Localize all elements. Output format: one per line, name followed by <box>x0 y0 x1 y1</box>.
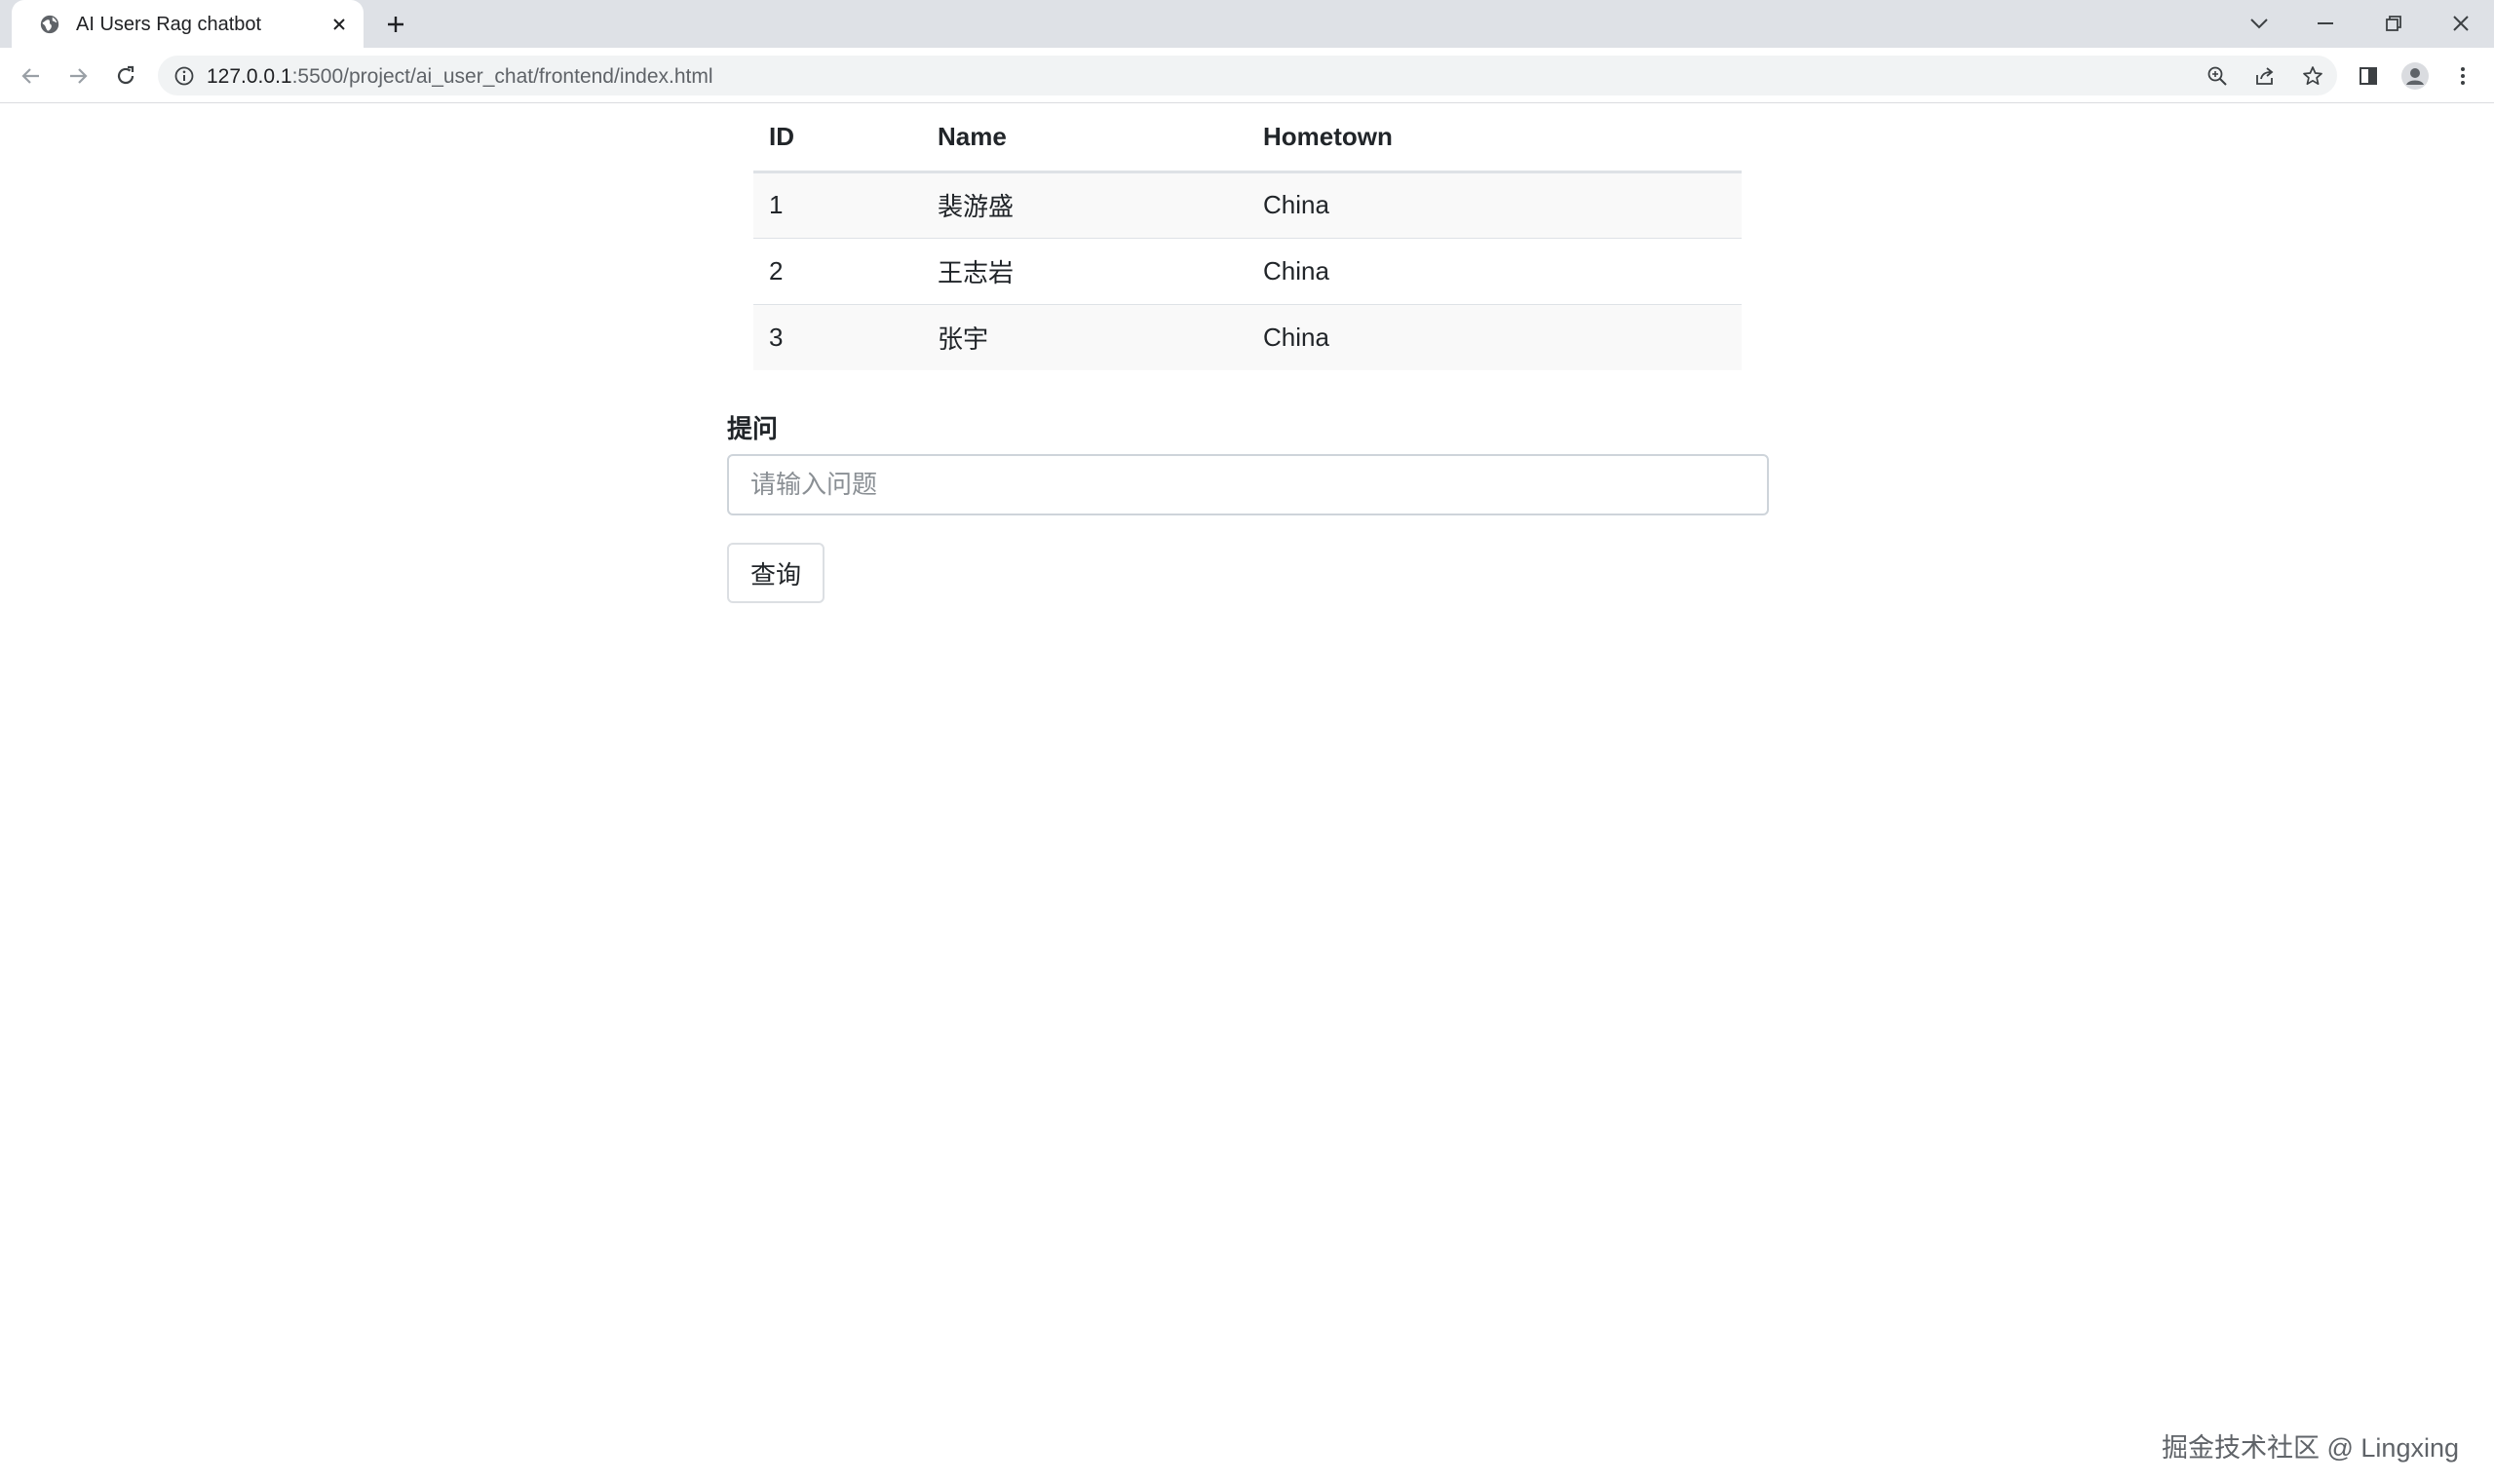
zoom-icon[interactable] <box>2201 59 2234 93</box>
new-tab-icon[interactable] <box>380 9 411 40</box>
cell-name: 裴游盛 <box>922 171 1247 239</box>
globe-icon <box>40 15 59 34</box>
users-table: ID Name Hometown 1 裴游盛 China 2 王志岩 China… <box>753 104 1742 370</box>
forward-arrow-icon[interactable] <box>59 57 96 95</box>
question-label: 提问 <box>727 414 779 443</box>
cell-id: 3 <box>753 304 922 370</box>
watermark: 掘金技术社区 @ Lingxing <box>2162 1433 2459 1463</box>
url-host: 127.0.0.1 <box>207 65 292 88</box>
close-window-icon[interactable] <box>2439 4 2482 43</box>
url-path: :5500/project/ai_user_chat/frontend/inde… <box>291 65 713 88</box>
side-panel-icon[interactable] <box>2350 57 2387 95</box>
browser-toolbar: 127.0.0.1:5500/project/ai_user_chat/fron… <box>0 48 2494 103</box>
browser-tab[interactable]: AI Users Rag chatbot <box>12 0 364 48</box>
reload-icon[interactable] <box>107 57 144 95</box>
restore-icon[interactable] <box>2372 4 2415 43</box>
header-id: ID <box>753 104 922 173</box>
cell-id: 2 <box>753 238 922 305</box>
address-bar[interactable]: 127.0.0.1:5500/project/ai_user_chat/fron… <box>158 56 2337 95</box>
site-info-icon[interactable] <box>173 65 195 87</box>
cell-hometown: China <box>1247 171 1742 239</box>
page-content: ID Name Hometown 1 裴游盛 China 2 王志岩 China… <box>0 104 2494 1484</box>
header-hometown: Hometown <box>1247 104 1742 173</box>
tab-search-chevron-icon[interactable] <box>2238 4 2281 43</box>
query-button[interactable]: 查询 <box>727 543 825 603</box>
profile-avatar-icon[interactable] <box>2397 57 2434 95</box>
header-name: Name <box>922 104 1247 173</box>
table-row: 1 裴游盛 China <box>753 171 1742 239</box>
close-tab-icon[interactable] <box>325 10 354 39</box>
back-arrow-icon[interactable] <box>13 57 50 95</box>
table-header-row: ID Name Hometown <box>753 104 1742 173</box>
question-input[interactable] <box>727 454 1769 515</box>
menu-kebab-icon[interactable] <box>2444 57 2481 95</box>
cell-id: 1 <box>753 171 922 239</box>
cell-name: 王志岩 <box>922 238 1247 305</box>
bookmark-star-icon[interactable] <box>2296 59 2329 93</box>
cell-name: 张宇 <box>922 304 1247 370</box>
share-icon[interactable] <box>2248 59 2282 93</box>
tab-title: AI Users Rag chatbot <box>76 14 262 35</box>
url-text[interactable]: 127.0.0.1:5500/project/ai_user_chat/fron… <box>207 65 713 89</box>
table-row: 2 王志岩 China <box>753 238 1742 305</box>
minimize-icon[interactable] <box>2304 4 2347 43</box>
cell-hometown: China <box>1247 304 1742 370</box>
table-row: 3 张宇 China <box>753 304 1742 370</box>
tab-strip: AI Users Rag chatbot <box>0 0 2494 48</box>
cell-hometown: China <box>1247 238 1742 305</box>
